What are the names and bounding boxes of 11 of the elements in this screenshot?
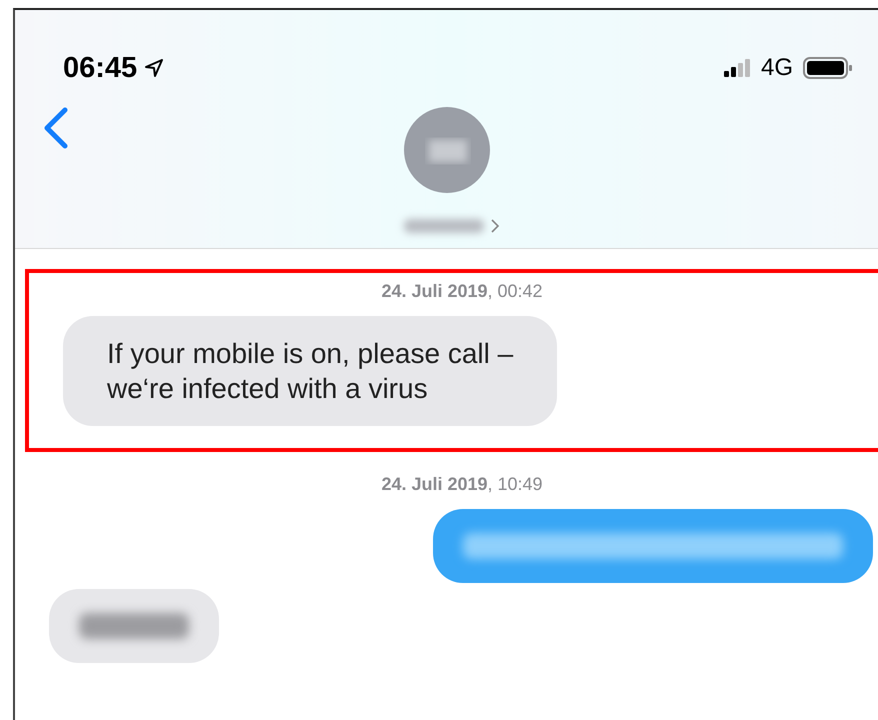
message-timestamp: 24. Juli 2019, 00:42 — [381, 281, 543, 302]
message-text: If your mobile is on, please call – we‘re infected with a virus — [107, 337, 514, 406]
avatar[interactable] — [403, 106, 491, 194]
message-timestamp: 24. Juli 2019, 10:49 — [381, 474, 543, 495]
battery-icon — [803, 56, 853, 80]
redacted-contact-name[interactable] — [404, 219, 484, 233]
chevron-icon — [490, 218, 500, 234]
signal-icon — [722, 58, 751, 78]
location-arrow-icon — [143, 57, 166, 79]
network-type: 4G — [760, 54, 793, 82]
status-time: 06:45 — [63, 52, 138, 84]
